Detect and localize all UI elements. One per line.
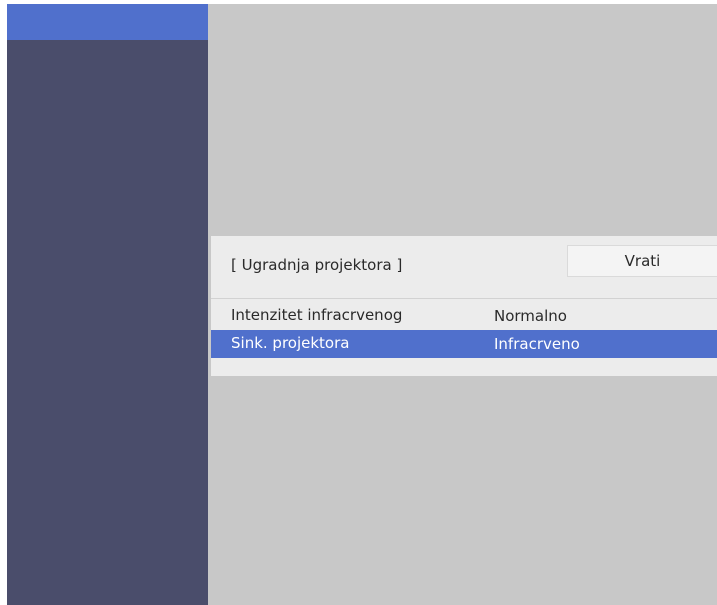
row-label: Sink. projektora xyxy=(231,334,350,352)
projector-menu-screen: [ Ugradnja projektora ] Vrati Intenzitet… xyxy=(7,4,717,605)
menu-row-infrared-intensity[interactable]: Intenzitet infracrvenog Normalno xyxy=(211,302,717,330)
back-button[interactable]: Vrati xyxy=(567,245,717,277)
row-label: Intenzitet infracrvenog xyxy=(231,306,403,324)
panel-title: [ Ugradnja projektora ] xyxy=(231,256,403,274)
row-value: Normalno xyxy=(494,307,567,325)
panel-header: [ Ugradnja projektora ] Vrati xyxy=(211,236,717,298)
divider xyxy=(211,298,717,299)
menu-row-projector-sync[interactable]: Sink. projektora Infracrveno xyxy=(211,330,717,358)
row-value: Infracrveno xyxy=(494,335,580,353)
main-menu-sidebar xyxy=(7,4,208,605)
sidebar-selected-item[interactable] xyxy=(7,4,208,40)
settings-panel: [ Ugradnja projektora ] Vrati Intenzitet… xyxy=(211,236,717,376)
